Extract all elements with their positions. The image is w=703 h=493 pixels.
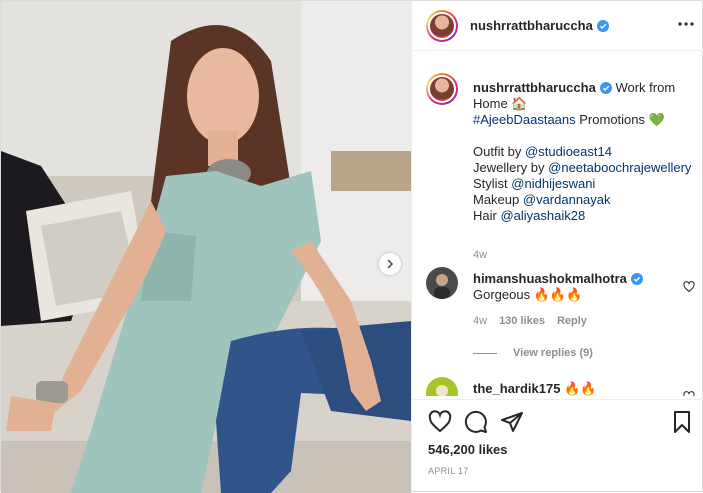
credit-label-makeup: Makeup — [473, 192, 523, 207]
comment-time[interactable]: 4w — [473, 315, 487, 327]
author-username[interactable]: nushrrattbharuccha — [470, 18, 593, 33]
verified-badge-icon — [599, 82, 612, 94]
credit-label-jewellery: Jewellery by — [473, 160, 549, 175]
like-heart-icon[interactable] — [428, 410, 452, 434]
credit-handle-stylist[interactable]: @nidhijeswani — [511, 176, 595, 191]
comments-section: nushrrattbharuccha Work from Home 🏠 #Aje… — [412, 61, 703, 396]
credit-label-hair: Hair — [473, 208, 501, 223]
heart-icon[interactable] — [683, 391, 695, 396]
credit-handle-hair[interactable]: @aliyashaik28 — [500, 208, 585, 223]
bookmark-icon[interactable] — [670, 410, 694, 434]
post-media — [1, 1, 411, 493]
author-avatar[interactable] — [426, 9, 458, 42]
credit-handle-jewellery[interactable]: @neetaboochrajewellery — [548, 160, 691, 175]
caption-time[interactable]: 4w — [473, 249, 487, 261]
comment-meta: 4w 130 likes Reply — [473, 315, 587, 327]
view-replies-button[interactable]: View replies (9) — [473, 347, 593, 359]
caption-hashtag-suffix: Promotions 💚 — [579, 112, 665, 127]
reply-button[interactable]: Reply — [557, 315, 587, 327]
commenter-username[interactable]: the_hardik175 — [473, 381, 560, 396]
post-header: nushrrattbharuccha — [412, 1, 703, 51]
commenter-avatar[interactable] — [426, 377, 458, 396]
post-actions: 546,200 likes APRIL 17 — [412, 399, 703, 493]
comment-text: himanshuashokmalhotra Gorgeous 🔥🔥🔥 — [473, 271, 673, 303]
comment-bubble-icon[interactable] — [464, 410, 488, 434]
more-options-icon[interactable] — [677, 15, 695, 33]
post-date[interactable]: APRIL 17 — [428, 466, 469, 476]
caption-username[interactable]: nushrrattbharuccha — [473, 80, 596, 95]
comment-body: Gorgeous 🔥🔥🔥 — [473, 287, 583, 302]
verified-badge-icon — [630, 273, 643, 285]
verified-badge-icon — [596, 19, 609, 32]
share-paper-plane-icon[interactable] — [500, 410, 524, 434]
caption-text: nushrrattbharuccha Work from Home 🏠 #Aje… — [473, 80, 698, 224]
comment-likes[interactable]: 130 likes — [499, 315, 545, 327]
credit-handle-outfit[interactable]: @studioeast14 — [525, 144, 612, 159]
credit-label-stylist: Stylist — [473, 176, 512, 191]
next-photo-button[interactable] — [379, 253, 401, 275]
comment-text: the_hardik175 🔥🔥 — [473, 381, 673, 396]
caption-hashtag[interactable]: #AjeebDaastaans — [473, 112, 576, 127]
like-count[interactable]: 546,200 likes — [428, 442, 508, 457]
commenter-username[interactable]: himanshuashokmalhotra — [473, 271, 627, 286]
instagram-post: nushrrattbharuccha nushrrattbharuccha Wo… — [0, 0, 703, 493]
action-icons — [426, 410, 694, 436]
post-sidebar: nushrrattbharuccha nushrrattbharuccha Wo… — [411, 1, 703, 493]
comment-body: 🔥🔥 — [564, 381, 597, 396]
heart-icon[interactable] — [683, 281, 695, 293]
commenter-avatar[interactable] — [426, 267, 458, 299]
post-photo[interactable] — [1, 1, 411, 493]
credit-label-outfit: Outfit by — [473, 144, 526, 159]
caption-avatar[interactable] — [426, 73, 458, 105]
view-replies-label: View replies (9) — [513, 347, 593, 359]
credit-handle-makeup[interactable]: @vardannayak — [523, 192, 611, 207]
chevron-right-icon — [387, 259, 394, 269]
